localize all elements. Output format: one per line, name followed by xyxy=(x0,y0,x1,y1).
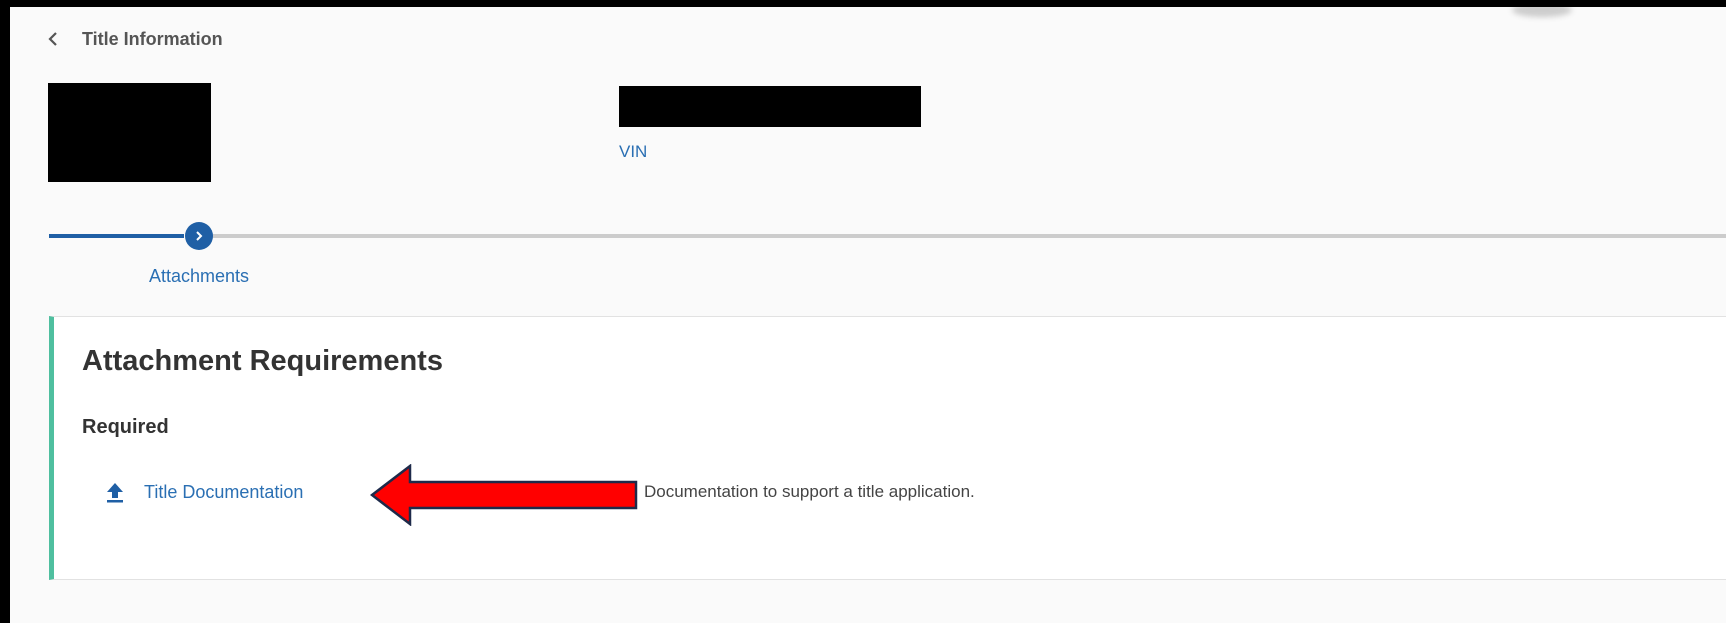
stepper-track-remaining xyxy=(209,234,1726,238)
upload-icon xyxy=(107,483,123,503)
progress-stepper: Attachments xyxy=(49,221,1726,286)
vin-label: VIN xyxy=(619,142,648,161)
step-label-attachments[interactable]: Attachments xyxy=(149,266,249,287)
app-window: Title Information VIN Attachments Attach… xyxy=(0,0,1726,623)
required-section-label: Required xyxy=(82,416,169,438)
card-title: Attachment Requirements xyxy=(82,345,443,377)
attachment-requirements-card: Attachment Requirements Required Title D… xyxy=(49,316,1726,580)
redacted-block-vin-value xyxy=(619,86,921,127)
page-title: Title Information xyxy=(82,28,223,49)
attachment-item-label: Title Documentation xyxy=(144,481,304,502)
step-node-attachments[interactable] xyxy=(185,222,213,250)
window-shadow xyxy=(1512,7,1572,17)
title-documentation-upload-link[interactable]: Title Documentation xyxy=(104,480,303,504)
attachment-item-description: Documentation to support a title applica… xyxy=(644,482,975,501)
chevron-left-icon xyxy=(48,32,57,46)
back-navigation[interactable]: Title Information xyxy=(46,25,223,53)
redacted-block-vehicle-image xyxy=(48,83,211,182)
stepper-track-complete xyxy=(49,234,184,238)
red-arrow-annotation-icon xyxy=(370,464,638,526)
chevron-right-icon xyxy=(196,231,203,241)
